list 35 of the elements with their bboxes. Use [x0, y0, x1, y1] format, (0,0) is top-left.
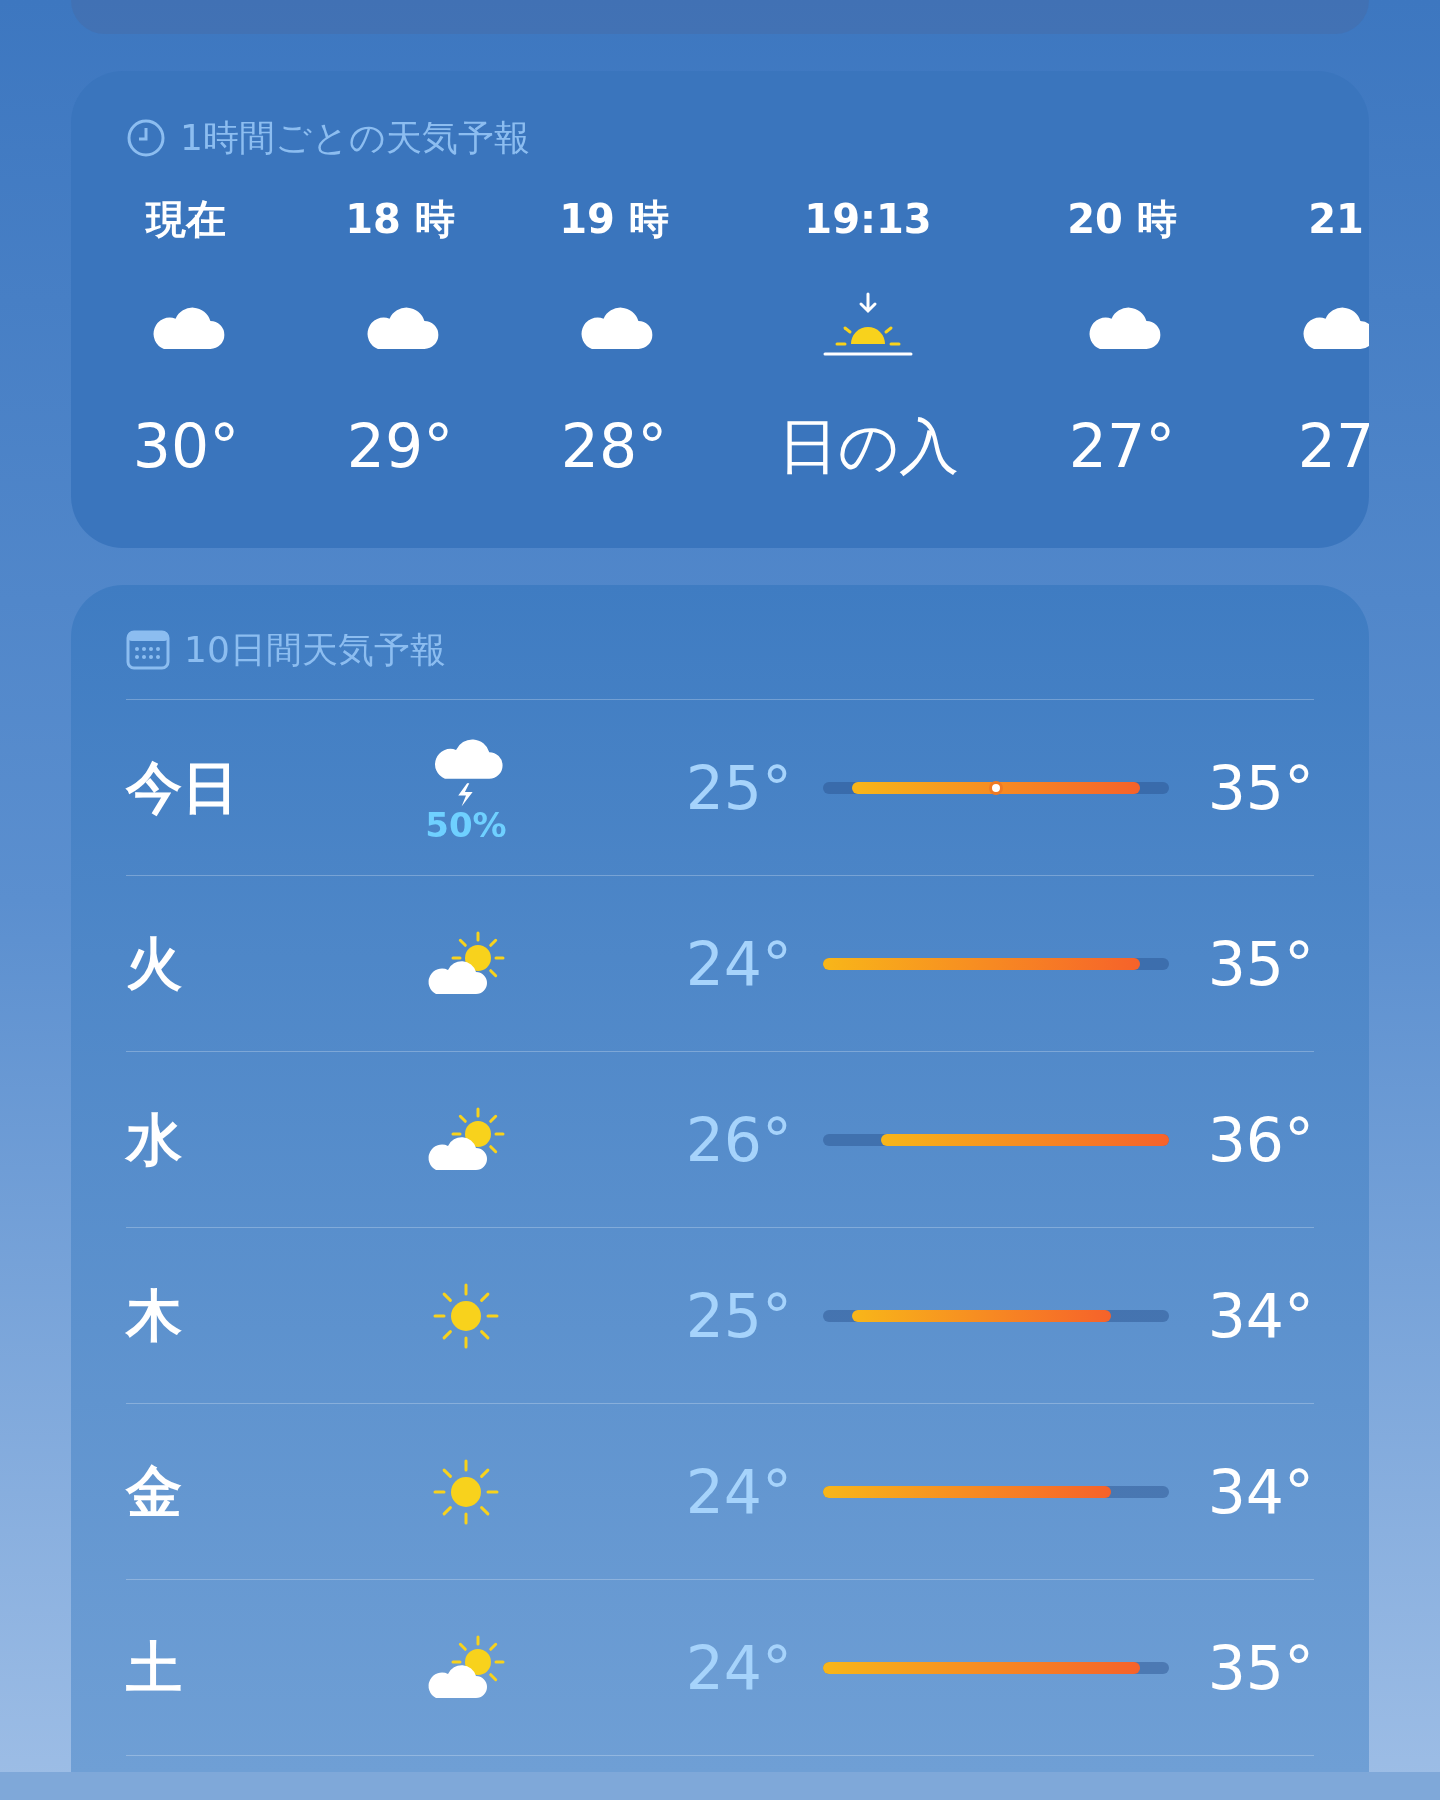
temperature: 28° [560, 413, 668, 479]
low-temperature: 25° [685, 751, 792, 825]
hour-label: 21 [1308, 195, 1364, 243]
temperature: 27° [1068, 413, 1176, 479]
hour-label: 19:13 [804, 195, 932, 243]
low-temperature: 26° [685, 1103, 792, 1177]
low-temperature: 24° [685, 1631, 792, 1705]
precipitation-chance: 50% [425, 807, 507, 842]
temperature: 29° [346, 413, 454, 479]
section-title: 1時間ごとの天気予報 [180, 116, 530, 160]
clock-icon [126, 118, 166, 158]
high-temperature: 35° [1207, 1631, 1314, 1705]
low-temperature: 25° [685, 1279, 792, 1353]
temperature: 30° [132, 413, 240, 479]
low-temperature: 24° [685, 927, 792, 1001]
hour-label: 18 時 [345, 195, 455, 243]
day-label: 火 [126, 929, 183, 998]
high-temperature: 34° [1207, 1455, 1314, 1529]
hour-label: 20 時 [1067, 195, 1177, 243]
high-temperature: 35° [1207, 927, 1314, 1001]
day-label: 金 [126, 1457, 183, 1526]
day-label: 木 [126, 1281, 183, 1350]
day-label: 今日 [126, 753, 239, 822]
hour-label: 19 時 [559, 195, 669, 243]
high-temperature: 34° [1207, 1279, 1314, 1353]
calendar-icon [126, 630, 170, 670]
high-temperature: 35° [1207, 751, 1314, 825]
low-temperature: 24° [685, 1455, 792, 1529]
day-label: 水 [126, 1105, 183, 1174]
temperature: 日の入 [777, 413, 959, 479]
hour-label: 現在 [146, 195, 226, 243]
high-temperature: 36° [1207, 1103, 1314, 1177]
temperature: 27 [1297, 413, 1369, 479]
section-title: 10日間天気予報 [184, 628, 446, 672]
day-label: 土 [126, 1633, 183, 1702]
